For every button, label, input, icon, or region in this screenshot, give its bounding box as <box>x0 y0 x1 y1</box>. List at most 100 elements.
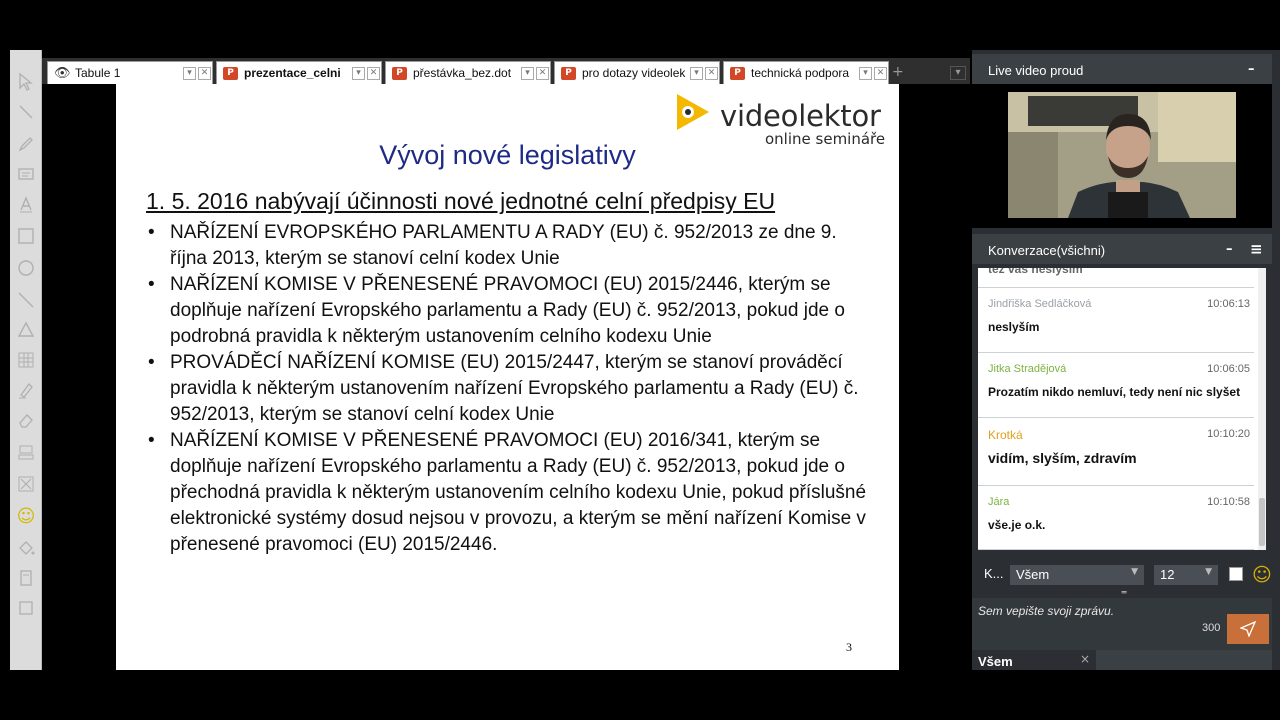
text-box-icon[interactable] <box>14 162 38 186</box>
chat-tab-vsem[interactable]: Všem <box>972 652 1092 670</box>
chat-message-list[interactable]: tež vás neslyším Jindřiška Sedláčková 10… <box>978 268 1266 550</box>
document-icon[interactable] <box>14 566 38 590</box>
font-size-select[interactable]: 12 ▼ <box>1154 565 1218 585</box>
pointer-icon[interactable] <box>14 70 38 94</box>
rectangle-icon[interactable] <box>14 224 38 248</box>
line-tool-icon[interactable] <box>14 100 38 124</box>
powerpoint-icon: P <box>561 66 576 80</box>
side-panel: Live video proud – Konverzace(všichni) –… <box>972 50 1280 670</box>
message-input[interactable] <box>978 604 1198 618</box>
paint-bucket-icon[interactable] <box>14 536 38 560</box>
clear-icon[interactable] <box>14 472 38 496</box>
font-size-value: 12 <box>1160 567 1175 582</box>
tab-dropdown-icon[interactable]: ▾ <box>521 66 534 80</box>
logo-text: videolektor <box>720 99 881 133</box>
message-author: Jára <box>988 496 1010 508</box>
message-time: 10:06:05 <box>1207 363 1250 375</box>
minimize-video-button[interactable]: – <box>1248 62 1260 77</box>
message-author: Jindřiška Sedláčková <box>988 298 1092 310</box>
eraser-icon[interactable] <box>14 408 38 432</box>
message-text: Prozatím nikdo nemluví, tedy není nic sl… <box>988 385 1241 399</box>
list-item: Jára 10:10:58 vše.je o.k. <box>978 486 1254 550</box>
close-chat-tab-icon[interactable]: × <box>1080 652 1090 666</box>
bullet-item: NAŘÍZENÍ KOMISE V PŘENESENÉ PRAVOMOCI (E… <box>146 272 876 350</box>
tab-label: pro dotazy videolek <box>582 66 686 80</box>
chevron-down-icon: ▼ <box>1205 567 1212 577</box>
tab-close-icon[interactable]: ✕ <box>367 66 380 80</box>
video-stream-area <box>972 84 1272 228</box>
tab-label: technická podpora <box>751 66 850 80</box>
text-color-picker[interactable] <box>1229 567 1243 581</box>
tab-prestavka[interactable]: P přestávka_bez.dot ▾ ✕ <box>385 61 551 84</box>
tab-close-icon[interactable]: ✕ <box>536 66 549 80</box>
chat-scroll-thumb[interactable] <box>1259 498 1265 546</box>
video-panel-title: Live video proud <box>988 63 1084 78</box>
powerpoint-icon: P <box>730 66 745 80</box>
stamp-icon[interactable] <box>14 440 38 464</box>
tab-technicka-podpora[interactable]: P technická podpora ▾ ✕ <box>723 61 889 84</box>
recipient-value: Všem <box>1016 567 1050 582</box>
send-icon <box>1240 621 1256 637</box>
tab-prezentace-celni[interactable]: P prezentace_celni ▾ ✕ <box>216 61 382 84</box>
pencil-icon[interactable] <box>14 132 38 156</box>
tab-bar: 👁 Tabule 1 ▾ ✕ P prezentace_celni ▾ ✕ P … <box>42 58 970 84</box>
video-panel-header: Live video proud – <box>972 54 1272 84</box>
minimize-chat-button[interactable]: – <box>1226 242 1238 257</box>
message-time: 10:10:58 <box>1207 496 1250 508</box>
emoticon-icon[interactable]: ☺ <box>14 504 38 528</box>
slide-heading: 1. 5. 2016 nabývají účinnosti nové jedno… <box>146 188 776 214</box>
message-time: 10:06:13 <box>1207 298 1250 310</box>
bullet-item: NAŘÍZENÍ KOMISE V PŘENESENÉ PRAVOMOCI (E… <box>146 428 876 558</box>
list-item: tež vás neslyším <box>978 268 1254 288</box>
message-time: 10:10:20 <box>1207 428 1250 440</box>
message-text: vše.je o.k. <box>988 518 1046 532</box>
recipient-select[interactable]: Všem ▼ <box>1010 565 1144 585</box>
presenter-video <box>1008 92 1236 218</box>
bullet-item: NAŘÍZENÍ EVROPSKÉHO PARLAMENTU A RADY (E… <box>146 220 876 272</box>
resize-handle-icon[interactable]: ═ <box>1116 588 1132 597</box>
tab-close-icon[interactable]: ✕ <box>874 66 887 80</box>
highlighter-icon[interactable] <box>14 378 38 402</box>
tab-pro-dotazy[interactable]: P pro dotazy videolek ▾ ✕ <box>554 61 720 84</box>
list-item: Krotká 10:10:20 vidím, slyším, zdravím <box>978 418 1254 486</box>
recipient-label: K... <box>984 566 1004 581</box>
slide-page-number: 3 <box>846 640 852 654</box>
message-text: neslyším <box>988 320 1040 334</box>
slide-title: Vývoj nové legislativy <box>379 140 636 170</box>
grid-icon[interactable] <box>14 348 38 372</box>
partial-message-text: tež vás neslyším <box>988 268 1083 276</box>
tab-dropdown-icon[interactable]: ▾ <box>859 66 872 80</box>
tab-dropdown-icon[interactable]: ▾ <box>183 66 196 80</box>
presentation-area: 👁 Tabule 1 ▾ ✕ P prezentace_celni ▾ ✕ P … <box>42 50 970 670</box>
tab-close-icon[interactable]: ✕ <box>198 66 211 80</box>
tab-list-chevron-icon[interactable]: ▾ <box>950 66 966 80</box>
list-item: Jindřiška Sedláčková 10:06:13 neslyším <box>978 288 1254 353</box>
character-counter: 300 <box>1202 622 1221 634</box>
powerpoint-icon: P <box>223 66 238 80</box>
eye-icon: 👁 <box>54 65 71 81</box>
page-icon[interactable] <box>14 596 38 620</box>
bottom-bar <box>0 670 1280 720</box>
tab-dropdown-icon[interactable]: ▾ <box>352 66 365 80</box>
add-tab-button[interactable]: + <box>892 64 904 80</box>
chat-panel-header: Konverzace(všichni) – ≡ <box>972 234 1272 264</box>
tab-dropdown-icon[interactable]: ▾ <box>690 66 703 80</box>
message-author: Jitka Stradějová <box>988 363 1067 375</box>
diagonal-line-icon[interactable] <box>14 288 38 312</box>
presentation-slide: videolektor online semináře Vývoj nové l… <box>116 84 899 670</box>
chat-panel-title: Konverzace(všichni) <box>988 243 1106 258</box>
top-bar <box>0 0 1280 50</box>
chat-menu-icon[interactable]: ≡ <box>1250 240 1263 258</box>
emoji-icon[interactable]: ☺ <box>1252 564 1272 586</box>
triangle-icon[interactable] <box>14 318 38 342</box>
send-button[interactable] <box>1227 614 1269 644</box>
message-compose-area: 300 <box>972 598 1272 650</box>
circle-icon[interactable] <box>14 256 38 280</box>
chat-scrollbar[interactable] <box>1258 268 1266 550</box>
bullet-item: PROVÁDĚCÍ NAŘÍZENÍ KOMISE (EU) 2015/2447… <box>146 350 876 428</box>
slide-bullet-list: NAŘÍZENÍ EVROPSKÉHO PARLAMENTU A RADY (E… <box>146 220 876 558</box>
tab-tabule-1[interactable]: 👁 Tabule 1 ▾ ✕ <box>47 61 213 84</box>
tab-close-icon[interactable]: ✕ <box>705 66 718 80</box>
text-tool-icon[interactable] <box>14 192 38 216</box>
list-item: Jitka Stradějová 10:06:05 Prozatím nikdo… <box>978 353 1254 418</box>
